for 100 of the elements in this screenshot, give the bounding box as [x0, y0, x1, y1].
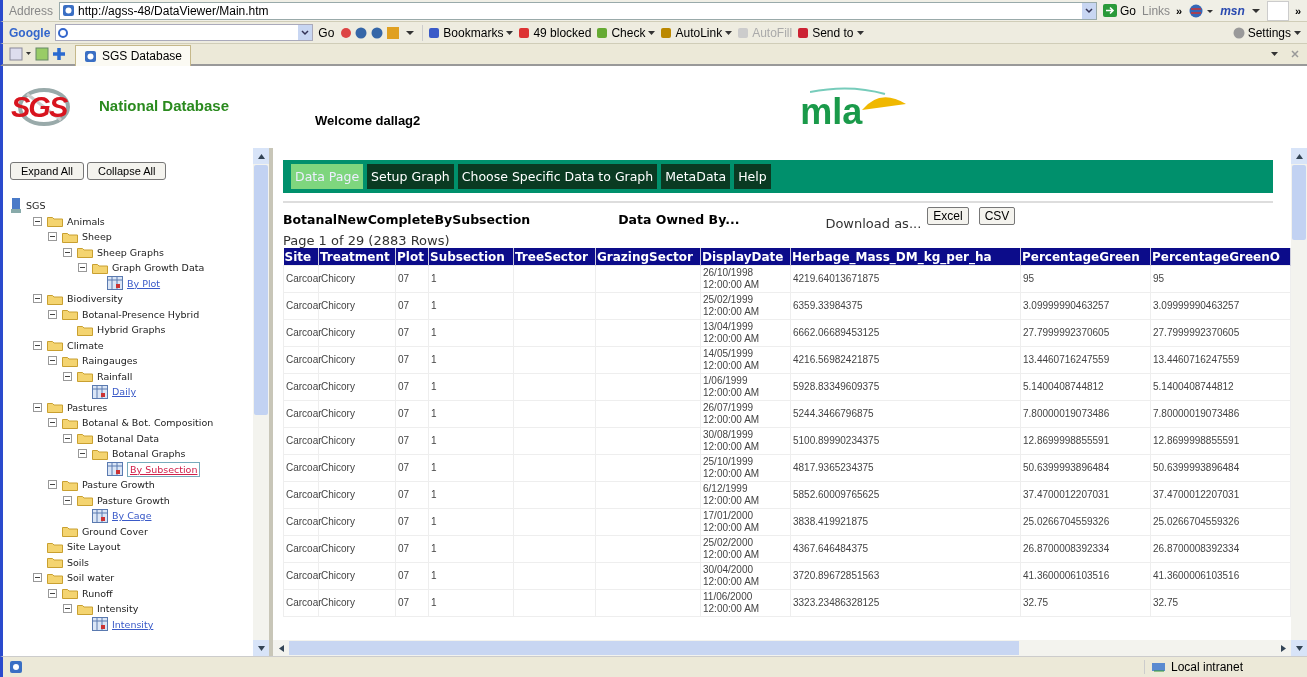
tree-toggle-icon[interactable]: [48, 309, 57, 319]
tree-toggle-icon[interactable]: [33, 573, 42, 583]
tree-item[interactable]: Intensity: [97, 603, 139, 615]
toolbar-button[interactable]: Check: [596, 25, 656, 40]
tree-item[interactable]: Soil water: [67, 572, 115, 584]
globe-icon[interactable]: [1188, 2, 1215, 19]
toolbar-button[interactable]: Send to: [797, 25, 864, 40]
tree-toggle-icon[interactable]: [33, 340, 42, 350]
download-button[interactable]: CSV: [978, 207, 1016, 225]
tree-item[interactable]: Raingauges: [82, 355, 138, 367]
tree-toggle-icon[interactable]: [33, 294, 42, 304]
tree-item[interactable]: Graph Growth Data: [112, 262, 205, 274]
toolbar-button[interactable]: 49 blocked: [518, 25, 592, 40]
caret-icon[interactable]: [1250, 6, 1261, 15]
tree-item[interactable]: Sheep: [82, 231, 112, 243]
scroll-thumb[interactable]: [254, 165, 268, 415]
scroll-down-icon[interactable]: [257, 645, 265, 651]
column-header[interactable]: GrazingSector: [595, 248, 701, 266]
go-button[interactable]: Go: [1103, 3, 1137, 18]
scroll-thumb[interactable]: [289, 641, 1019, 655]
tree-item[interactable]: Biodiversity: [67, 293, 123, 305]
column-header[interactable]: PercentageGreenO: [1150, 248, 1291, 266]
folder-icon: [47, 292, 63, 305]
toolbar-button[interactable]: AutoLink: [660, 25, 733, 40]
tree-link[interactable]: By Cage: [112, 510, 152, 522]
scroll-right-icon[interactable]: [1280, 644, 1286, 652]
menu-tab[interactable]: Help: [734, 164, 771, 189]
tree-link[interactable]: By Subsection: [127, 461, 201, 477]
tree-item[interactable]: Soils: [67, 556, 90, 568]
menu-tab[interactable]: Choose Specific Data to Graph: [457, 164, 658, 189]
tree-link[interactable]: By Plot: [127, 277, 161, 289]
tab-controls-drawing[interactable]: [1269, 49, 1301, 59]
tree-toggle-icon[interactable]: [48, 356, 57, 366]
tree-item[interactable]: Pastures: [67, 401, 108, 413]
links-more[interactable]: »: [1176, 4, 1183, 17]
tree-item[interactable]: Animals: [67, 215, 105, 227]
tree-toggle-icon[interactable]: [48, 232, 57, 242]
scroll-up-icon[interactable]: [1295, 153, 1303, 159]
google-go-button[interactable]: Go: [318, 25, 335, 40]
tree-item[interactable]: SGS: [26, 200, 46, 212]
tree-item[interactable]: Pasture Growth: [97, 494, 170, 506]
toolbar-more[interactable]: »: [1294, 4, 1301, 17]
msn-logo[interactable]: msn: [1220, 3, 1245, 18]
tree-item[interactable]: Site Layout: [67, 541, 121, 553]
menu-tab[interactable]: MetaData: [661, 164, 731, 189]
column-header[interactable]: PercentageGreen: [1020, 248, 1151, 266]
column-header[interactable]: TreeSector: [513, 248, 596, 266]
tree-button[interactable]: Expand All: [10, 162, 84, 180]
column-header[interactable]: DisplayDate: [700, 248, 791, 266]
scroll-up-icon[interactable]: [257, 153, 265, 159]
tree-toggle-icon[interactable]: [33, 402, 42, 412]
scrollbar[interactable]: [1291, 148, 1307, 656]
horizontal-scrollbar[interactable]: [273, 640, 1291, 656]
table-cell: 3.09999990463257: [1153, 300, 1240, 311]
tree-item[interactable]: Botanal & Bot. Composition: [82, 417, 214, 429]
tree-toggle-icon[interactable]: [63, 495, 72, 505]
tree-toggle-icon[interactable]: [63, 604, 72, 614]
table-cell: 30/08/1999 12:00:00 AM: [703, 429, 760, 452]
tree-button[interactable]: Collapse All: [87, 162, 167, 180]
table-cell: Carcoar: [286, 408, 322, 419]
tree-item[interactable]: Runoff: [82, 587, 113, 599]
scroll-down-icon[interactable]: [1295, 645, 1303, 651]
column-header[interactable]: Subsection: [428, 248, 514, 266]
browser-tab[interactable]: SGS Database: [75, 45, 192, 66]
tree-item[interactable]: Botanal Data: [97, 432, 160, 444]
column-header[interactable]: Site: [283, 248, 319, 266]
scrollbar[interactable]: [253, 148, 269, 656]
google-search-field[interactable]: [55, 24, 314, 41]
tree-item[interactable]: Pasture Growth: [82, 479, 155, 491]
tree-toggle-icon[interactable]: [63, 433, 72, 443]
caret-icon: [648, 29, 656, 36]
tree-toggle-icon[interactable]: [78, 263, 87, 273]
address-field[interactable]: http://agss-48/DataViewer/Main.htm: [59, 1, 1098, 20]
tree-item[interactable]: Sheep Graphs: [97, 246, 164, 258]
column-header[interactable]: Herbage_Mass_DM_kg_per_ha: [790, 248, 1021, 266]
toolbar-button[interactable]: Bookmarks: [428, 25, 514, 40]
column-header[interactable]: Treatment: [318, 248, 396, 266]
tree-item[interactable]: Botanal-Presence Hybrid: [82, 308, 200, 320]
tree-link[interactable]: Intensity: [112, 618, 154, 630]
tree-item[interactable]: Hybrid Graphs: [97, 324, 166, 336]
table-cell: Carcoar: [286, 300, 322, 311]
download-button[interactable]: Excel: [927, 207, 969, 225]
tree-item[interactable]: Botanal Graphs: [112, 448, 186, 460]
scroll-thumb[interactable]: [1292, 165, 1306, 240]
tree-toggle-icon[interactable]: [78, 449, 87, 459]
tree-toggle-icon[interactable]: [48, 480, 57, 490]
column-header[interactable]: Plot: [395, 248, 429, 266]
tree-item[interactable]: Climate: [67, 339, 104, 351]
tree-toggle-icon[interactable]: [48, 588, 57, 598]
tree-item[interactable]: Rainfall: [97, 370, 133, 382]
tree-toggle-icon[interactable]: [63, 371, 72, 381]
tree-link[interactable]: Daily: [112, 386, 137, 398]
settings-button[interactable]: Settings: [1232, 25, 1301, 40]
tree-toggle-icon[interactable]: [48, 418, 57, 428]
menu-tab[interactable]: Setup Graph: [367, 164, 454, 189]
tree-item[interactable]: Ground Cover: [82, 525, 148, 537]
tree-toggle-icon[interactable]: [33, 216, 42, 226]
scroll-left-icon[interactable]: [278, 644, 284, 652]
tree-toggle-icon[interactable]: [63, 247, 72, 257]
search-field[interactable]: [1266, 0, 1289, 21]
